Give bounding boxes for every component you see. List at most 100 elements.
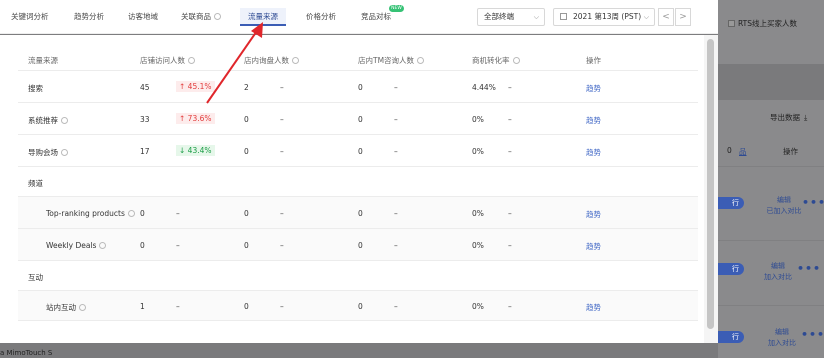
tm-value: 0 (358, 241, 363, 250)
trend-link[interactable]: 趋势 (586, 83, 601, 94)
conversion-value: 0% (472, 302, 484, 311)
conversion-value: 0% (472, 115, 484, 124)
tab-label: 趋势分析 (74, 12, 104, 21)
header-label: 商机转化率 (472, 56, 510, 65)
prev-week-button[interactable]: < (658, 8, 674, 26)
terminal-value: 全部终端 (484, 12, 514, 21)
table-row: Weekly Deals 0 – 0 – 0 – 0% – 趋势 (18, 229, 698, 261)
scrollbar-thumb[interactable] (707, 39, 714, 329)
compare-link[interactable]: 加入对比 (762, 338, 802, 349)
header-label: 店铺访问人数 (140, 56, 185, 65)
calendar-icon (560, 13, 567, 20)
tm-change: – (394, 209, 398, 218)
source-name: 系统推荐 (28, 115, 68, 126)
background-band (718, 64, 824, 100)
traffic-source-table: 流量来源 店铺访问人数 店内询盘人数 店内TM咨询人数 商机转化率 操作 搜索 … (18, 35, 698, 343)
tab-label: 关键词分析 (11, 12, 49, 21)
inquirers-change: – (280, 302, 284, 311)
table-row: 导购会场 17 ↓ 43.4% 0 – 0 – 0% – 趋势 (18, 135, 698, 167)
group-header-channels: 频道 (18, 167, 698, 197)
help-icon (512, 57, 520, 64)
inquirers-change: – (280, 241, 284, 250)
tab-trend-analysis[interactable]: 趋势分析 (66, 8, 112, 26)
source-name: Weekly Deals (46, 241, 107, 250)
tm-value: 0 (358, 302, 363, 311)
trend-link[interactable]: 趋势 (586, 147, 601, 158)
background-row-actions[interactable]: 编辑 加入对比 (762, 327, 802, 349)
inquirers-change: – (280, 209, 284, 218)
help-icon (79, 304, 86, 311)
date-range-select[interactable]: 2021 第13周 (PST) ⌵ (553, 8, 655, 26)
tm-change: – (394, 115, 398, 124)
background-pill[interactable]: 行 (718, 331, 744, 343)
visitors-value: 33 (140, 115, 150, 124)
tab-visitor-region[interactable]: 访客地域 (120, 8, 166, 26)
tab-keyword-analysis[interactable]: 关键词分析 (3, 8, 57, 26)
help-icon (99, 242, 107, 249)
tab-traffic-source[interactable]: 流量来源 (240, 8, 286, 26)
trend-link[interactable]: 趋势 (586, 115, 601, 126)
conversion-change: – (508, 115, 512, 124)
background-row-actions[interactable]: 编辑 加入对比 (758, 261, 798, 283)
help-icon (61, 149, 68, 156)
background-divider (718, 305, 824, 306)
visitors-change: – (176, 302, 180, 311)
trend-link[interactable]: 趋势 (586, 241, 601, 252)
background-col-link[interactable]: 品 (739, 146, 747, 157)
compare-link[interactable]: 加入对比 (758, 272, 798, 283)
more-icon[interactable]: ••• (797, 262, 821, 275)
header-conversion: 商机转化率 (472, 55, 520, 66)
help-icon (292, 57, 299, 64)
tm-change: – (394, 83, 398, 92)
background-pill[interactable]: 行 (718, 263, 744, 275)
export-data-button[interactable]: 导出数据 ⤓ (770, 112, 807, 123)
rts-label: RTS线上买家人数 (738, 19, 798, 28)
source-label: 站内互动 (46, 303, 76, 312)
more-icon[interactable]: ••• (801, 328, 824, 341)
inquirers-value: 0 (244, 115, 249, 124)
visitors-value: 0 (140, 241, 145, 250)
chevron-down-icon: ⌵ (643, 13, 649, 21)
trend-link[interactable]: 趋势 (586, 209, 601, 220)
header-action: 操作 (586, 56, 601, 65)
tm-value: 0 (358, 115, 363, 124)
edit-link[interactable]: 编辑 (764, 195, 804, 206)
inquirers-value: 0 (244, 209, 249, 218)
more-icon[interactable]: ••• (802, 196, 824, 209)
inquirers-value: 0 (244, 147, 249, 156)
conversion-value: 0% (472, 241, 484, 250)
vertical-scrollbar[interactable] (704, 35, 718, 343)
rts-checkbox[interactable] (728, 20, 735, 27)
edit-link[interactable]: 编辑 (758, 261, 798, 272)
inquirers-value: 2 (244, 83, 249, 92)
header-store-visitors: 店铺访问人数 (140, 55, 195, 66)
edit-link[interactable]: 编辑 (762, 327, 802, 338)
change-up-badge: ↑ 45.1% (176, 81, 215, 92)
help-icon (214, 13, 221, 20)
tab-price-analysis[interactable]: 价格分析 (298, 8, 344, 26)
tab-label: 关联商品 (181, 12, 211, 21)
next-week-button[interactable]: > (675, 8, 691, 26)
rts-filter[interactable]: RTS线上买家人数 (728, 18, 797, 29)
visitors-value: 17 (140, 147, 150, 156)
tm-value: 0 (358, 209, 363, 218)
background-col-zero: 0 (727, 146, 732, 155)
table-row: Top-ranking products 0 – 0 – 0 – 0% – 趋势 (18, 197, 698, 229)
group-label: 互动 (28, 273, 43, 282)
source-label: Weekly Deals (46, 241, 97, 250)
conversion-change: – (508, 209, 512, 218)
chevron-down-icon: ⌵ (533, 13, 539, 21)
header-label: 店内询盘人数 (244, 56, 289, 65)
trend-link[interactable]: 趋势 (586, 302, 601, 313)
table-header: 流量来源 店铺访问人数 店内询盘人数 店内TM咨询人数 商机转化率 操作 (18, 35, 698, 71)
compare-link[interactable]: 已加入对比 (764, 206, 804, 217)
background-pill[interactable]: 行 (718, 197, 744, 209)
background-row-actions[interactable]: 编辑 已加入对比 (764, 195, 804, 217)
conversion-value: 0% (472, 147, 484, 156)
terminal-select[interactable]: 全部终端 ⌵ (477, 8, 545, 26)
visitors-change: ↓ 43.4% (176, 145, 215, 156)
tab-related-products[interactable]: 关联商品 (173, 8, 229, 26)
conversion-change: – (508, 302, 512, 311)
help-icon (188, 57, 195, 64)
visitors-value: 0 (140, 209, 145, 218)
